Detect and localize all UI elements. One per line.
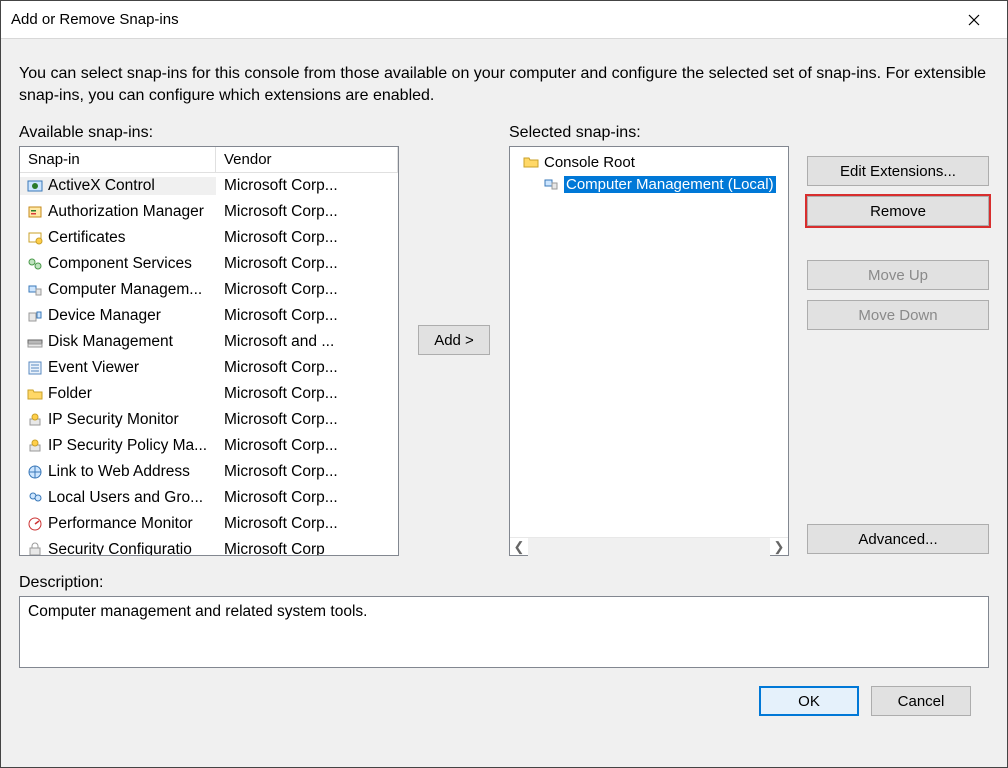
available-row[interactable]: Security Configuratio Microsoft Corp: [20, 537, 398, 555]
snapin-vendor: Microsoft Corp...: [224, 437, 338, 455]
snapin-vendor: Microsoft Corp...: [224, 281, 338, 299]
ipsecmon-icon: [26, 411, 44, 429]
snapin-name: Local Users and Gro...: [48, 489, 203, 507]
snapin-vendor: Microsoft Corp...: [224, 385, 338, 403]
move-up-button[interactable]: Move Up: [807, 260, 989, 290]
available-row[interactable]: Link to Web Address Microsoft Corp...: [20, 459, 398, 485]
eventvwr-icon: [26, 359, 44, 377]
snapin-name: Component Services: [48, 255, 192, 273]
snapin-name: Device Manager: [48, 307, 161, 325]
cancel-button[interactable]: Cancel: [871, 686, 971, 716]
devmgr-icon: [26, 307, 44, 325]
weblink-icon: [26, 463, 44, 481]
col-vendor[interactable]: Vendor: [216, 147, 398, 172]
snapin-vendor: Microsoft Corp...: [224, 489, 338, 507]
perfmon-icon: [26, 515, 44, 533]
tree-item-label: Computer Management (Local): [564, 176, 776, 193]
scroll-right-icon[interactable]: ❯: [770, 538, 788, 556]
snapin-name: Computer Managem...: [48, 281, 202, 299]
snapin-name: ActiveX Control: [48, 177, 155, 195]
available-row[interactable]: Folder Microsoft Corp...: [20, 381, 398, 407]
available-row[interactable]: Event Viewer Microsoft Corp...: [20, 355, 398, 381]
available-row[interactable]: Performance Monitor Microsoft Corp...: [20, 511, 398, 537]
available-row[interactable]: Local Users and Gro... Microsoft Corp...: [20, 485, 398, 511]
tree-item[interactable]: Computer Management (Local): [514, 173, 784, 195]
tree-root[interactable]: Console Root: [514, 151, 784, 173]
compsvc-icon: [26, 255, 44, 273]
window-title: Add or Remove Snap-ins: [11, 11, 179, 28]
snapin-name: Security Configuratio: [48, 541, 192, 555]
available-row[interactable]: ActiveX Control Microsoft Corp...: [20, 173, 398, 199]
col-snapin[interactable]: Snap-in: [20, 147, 216, 172]
available-row[interactable]: Disk Management Microsoft and ...: [20, 329, 398, 355]
snapin-name: Authorization Manager: [48, 203, 204, 221]
snapin-vendor: Microsoft Corp...: [224, 307, 338, 325]
add-button[interactable]: Add >: [418, 325, 490, 355]
selected-tree[interactable]: Console RootComputer Management (Local) …: [509, 146, 789, 556]
diskmgmt-icon: [26, 333, 44, 351]
ok-button[interactable]: OK: [759, 686, 859, 716]
snapin-vendor: Microsoft and ...: [224, 333, 334, 351]
snapin-name: Performance Monitor: [48, 515, 193, 533]
scroll-track[interactable]: [528, 538, 770, 556]
snapin-vendor: Microsoft Corp...: [224, 229, 338, 247]
snapin-vendor: Microsoft Corp...: [224, 463, 338, 481]
scroll-left-icon[interactable]: ❮: [510, 538, 528, 556]
available-row[interactable]: Component Services Microsoft Corp...: [20, 251, 398, 277]
available-label: Available snap-ins:: [19, 124, 399, 142]
ipsecpol-icon: [26, 437, 44, 455]
snapin-vendor: Microsoft Corp: [224, 541, 325, 555]
seccfg-icon: [26, 541, 44, 555]
snapin-name: IP Security Policy Ma...: [48, 437, 207, 455]
folder-icon: [26, 385, 44, 403]
available-list[interactable]: Snap-in Vendor ActiveX Control Microsoft…: [19, 146, 399, 556]
snapin-name: Event Viewer: [48, 359, 139, 377]
tree-hscrollbar[interactable]: ❮ ❯: [510, 537, 788, 555]
snapin-vendor: Microsoft Corp...: [224, 255, 338, 273]
snapin-vendor: Microsoft Corp...: [224, 203, 338, 221]
edit-extensions-button[interactable]: Edit Extensions...: [807, 156, 989, 186]
snapin-name: Link to Web Address: [48, 463, 190, 481]
dialog-window: Add or Remove Snap-ins You can select sn…: [0, 0, 1008, 768]
snapin-name: Certificates: [48, 229, 126, 247]
activex-icon: [26, 177, 44, 195]
intro-text: You can select snap-ins for this console…: [19, 63, 989, 106]
available-row[interactable]: Authorization Manager Microsoft Corp...: [20, 199, 398, 225]
available-row[interactable]: IP Security Policy Ma... Microsoft Corp.…: [20, 433, 398, 459]
description-label: Description:: [19, 574, 989, 592]
snapin-name: IP Security Monitor: [48, 411, 179, 429]
snapin-name: Folder: [48, 385, 92, 403]
localusr-icon: [26, 489, 44, 507]
authz-icon: [26, 203, 44, 221]
available-row[interactable]: Device Manager Microsoft Corp...: [20, 303, 398, 329]
snapin-vendor: Microsoft Corp...: [224, 177, 338, 195]
selected-label: Selected snap-ins:: [509, 124, 789, 142]
titlebar: Add or Remove Snap-ins: [1, 1, 1007, 39]
available-row[interactable]: IP Security Monitor Microsoft Corp...: [20, 407, 398, 433]
snapin-vendor: Microsoft Corp...: [224, 515, 338, 533]
compmgmt-icon: [542, 175, 560, 193]
snapin-vendor: Microsoft Corp...: [224, 411, 338, 429]
snapin-name: Disk Management: [48, 333, 173, 351]
advanced-button[interactable]: Advanced...: [807, 524, 989, 554]
close-button[interactable]: [951, 1, 997, 39]
cert-icon: [26, 229, 44, 247]
snapin-vendor: Microsoft Corp...: [224, 359, 338, 377]
move-down-button[interactable]: Move Down: [807, 300, 989, 330]
remove-button[interactable]: Remove: [807, 196, 989, 226]
tree-root-label: Console Root: [544, 154, 635, 171]
available-row[interactable]: Computer Managem... Microsoft Corp...: [20, 277, 398, 303]
folder-icon: [522, 153, 540, 171]
compmgmt-icon: [26, 281, 44, 299]
available-row[interactable]: Certificates Microsoft Corp...: [20, 225, 398, 251]
description-text: Computer management and related system t…: [28, 603, 367, 620]
description-box: Computer management and related system t…: [19, 596, 989, 668]
available-list-header: Snap-in Vendor: [20, 147, 398, 173]
close-icon: [968, 14, 980, 26]
